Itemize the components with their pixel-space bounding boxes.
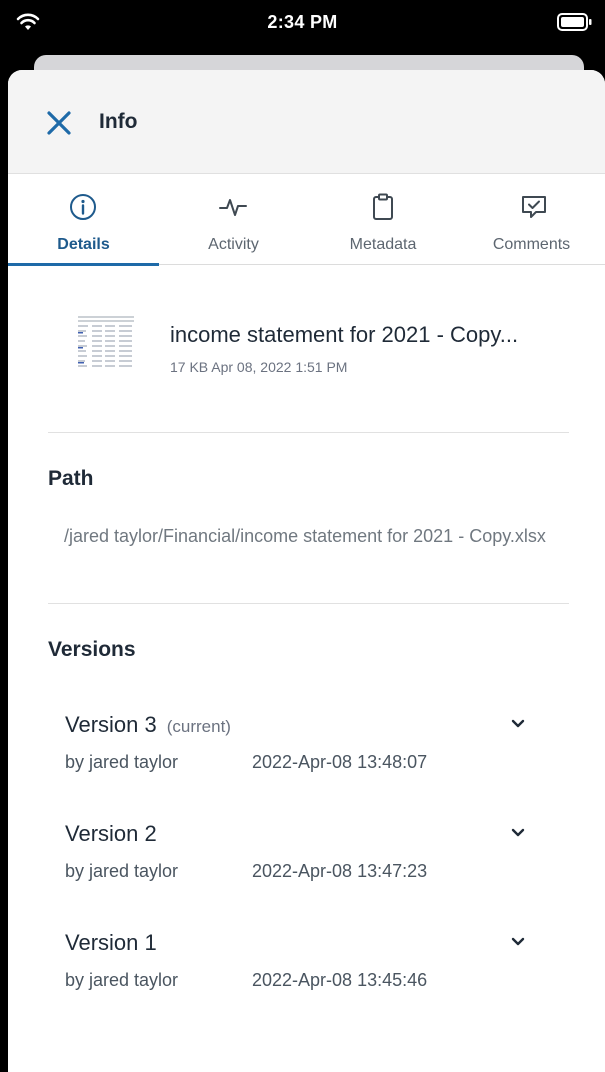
version-author: by jared taylor [65,752,179,772]
version-title: Version 1 [65,930,157,956]
status-bar: 2:34 PM [0,0,605,46]
version-label: Version 2 [65,821,157,846]
version-date: 2022-Apr-08 13:47:23 [252,861,428,881]
tab-label: Activity [208,236,259,253]
tab-details[interactable]: Details [8,174,159,266]
status-time: 2:34 PM [267,12,338,32]
chevron-down-icon[interactable] [508,934,528,950]
file-path: /jared taylor/Financial/income statement… [64,526,546,546]
active-tab-indicator [8,263,159,266]
file-summary: income statement for 2021 - Copy... 17 K… [8,296,605,386]
version-author: by jared taylor [65,861,179,881]
versions-section-title: Versions [48,638,136,661]
file-meta: 17 KB Apr 08, 2022 1:51 PM [170,359,348,375]
tab-metadata[interactable]: Metadata [308,174,458,265]
spreadsheet-thumbnail-icon [76,313,136,373]
tab-activity[interactable]: Activity [159,174,308,265]
divider [48,603,569,604]
version-title: Version 2 [65,821,157,847]
version-item[interactable]: Version 2 by jared taylor 2022-Apr-08 13… [8,821,605,921]
chevron-down-icon[interactable] [508,825,528,841]
activity-icon [219,199,247,216]
comment-icon [522,196,546,218]
chevron-down-icon[interactable] [508,716,528,732]
version-item[interactable]: Version 3 (current) by jared taylor 2022-… [8,712,605,812]
info-sheet: Info Details Activity Metadata Comments … [8,70,605,1072]
version-date: 2022-Apr-08 13:45:46 [252,970,428,990]
version-current-tag: (current) [166,717,231,736]
tab-bar: Details Activity Metadata Comments [8,174,605,266]
close-icon[interactable] [44,108,74,138]
tab-comments[interactable]: Comments [458,174,605,265]
version-label: Version 1 [65,930,157,955]
frame-edge [0,70,8,1072]
info-header: Info [8,70,605,174]
tab-label: Metadata [349,236,417,253]
battery-icon [557,13,592,31]
version-item[interactable]: Version 1 by jared taylor 2022-Apr-08 13… [8,930,605,1030]
path-section-title: Path [48,467,94,490]
tab-label: Details [57,236,110,253]
file-name: income statement for 2021 - Copy... [170,322,519,347]
page-title: Info [99,110,138,133]
tab-label: Comments [492,236,571,253]
version-date: 2022-Apr-08 13:48:07 [252,752,428,772]
info-icon [70,194,96,220]
divider [48,432,569,433]
version-label: Version 3 [65,712,157,737]
version-author: by jared taylor [65,970,179,990]
version-title: Version 3 (current) [65,712,231,738]
clipboard-icon [373,193,393,220]
